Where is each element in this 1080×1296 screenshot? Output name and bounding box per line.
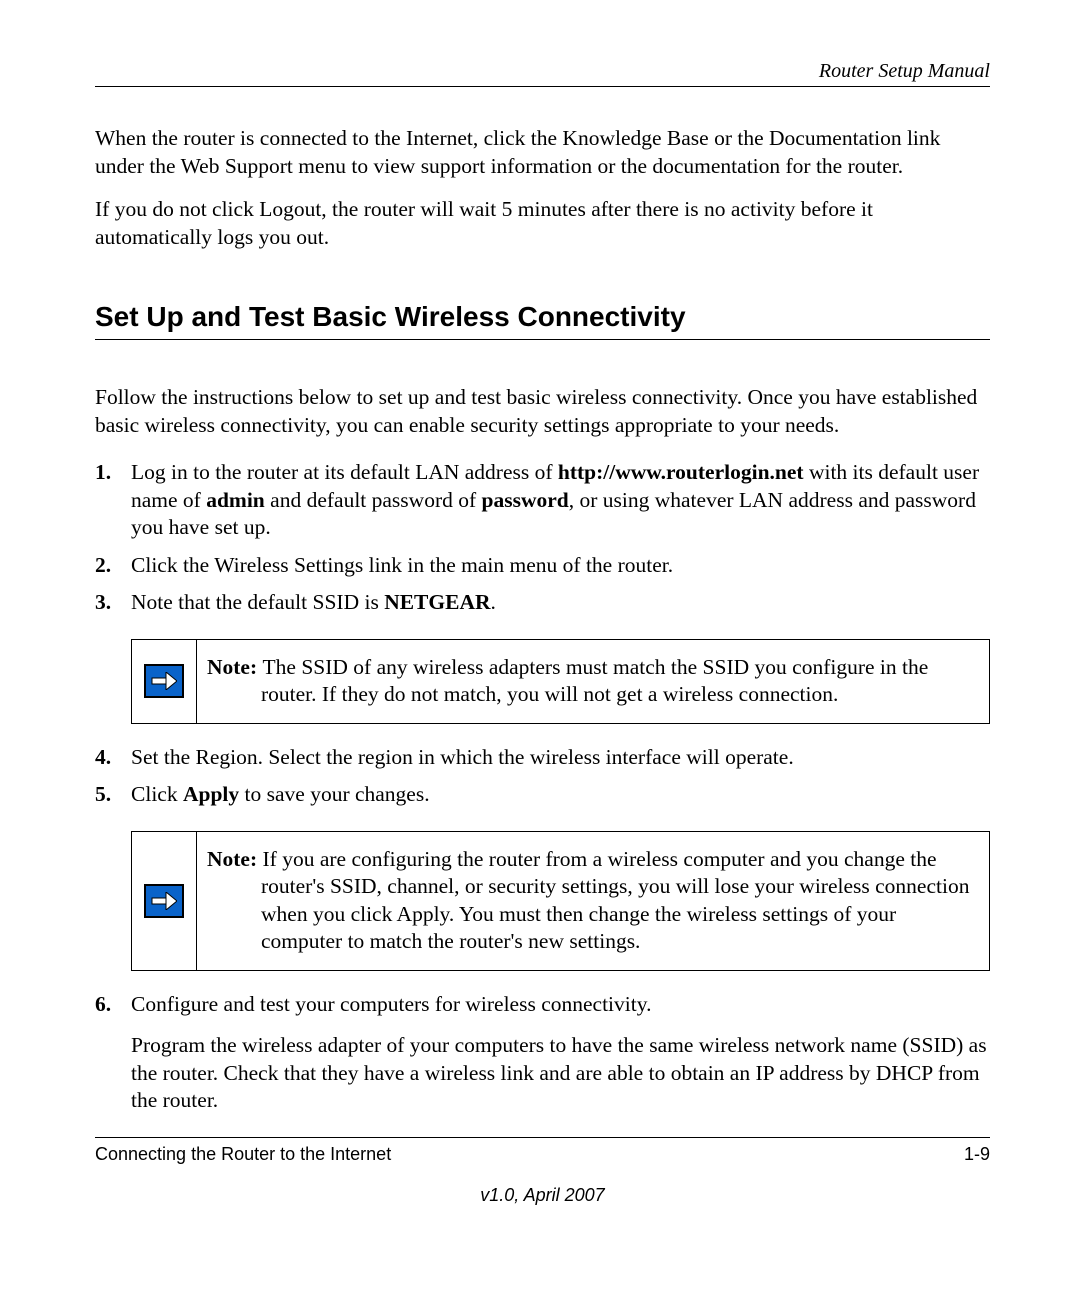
step-body: Click Apply to save your changes.	[131, 781, 990, 809]
note-icon-cell	[132, 640, 197, 723]
header-title: Router Setup Manual	[819, 60, 990, 82]
step-body: Note that the default SSID is NETGEAR.	[131, 589, 990, 617]
step-number: 2.	[95, 552, 131, 580]
step-number: 5.	[95, 781, 131, 809]
step-number: 1.	[95, 459, 131, 542]
note-label: Note:	[207, 655, 263, 679]
step-body: Log in to the router at its default LAN …	[131, 459, 990, 542]
note-icon-cell	[132, 832, 197, 970]
step-3: 3. Note that the default SSID is NETGEAR…	[95, 589, 990, 617]
page-footer: Connecting the Router to the Internet 1-…	[95, 1137, 990, 1206]
section-heading: Set Up and Test Basic Wireless Connectiv…	[95, 301, 990, 340]
step-1: 1. Log in to the router at its default L…	[95, 459, 990, 542]
note-body: If you are configuring the router from a…	[261, 847, 969, 954]
footer-version: v1.0, April 2007	[95, 1185, 990, 1206]
arrow-right-icon	[144, 884, 184, 918]
arrow-right-icon	[144, 664, 184, 698]
login-url: http://www.routerlogin.net	[558, 460, 804, 484]
default-password: password	[482, 488, 569, 512]
step-number: 3.	[95, 589, 131, 617]
step-4: 4. Set the Region. Select the region in …	[95, 744, 990, 772]
step-body: Configure and test your computers for wi…	[131, 991, 990, 1115]
intro-paragraph-1: When the router is connected to the Inte…	[95, 125, 990, 180]
footer-page-number: 1-9	[964, 1144, 990, 1165]
note-body: The SSID of any wireless adapters must m…	[261, 655, 928, 707]
step-6: 6. Configure and test your computers for…	[95, 991, 990, 1115]
step-body: Click the Wireless Settings link in the …	[131, 552, 990, 580]
footer-left: Connecting the Router to the Internet	[95, 1144, 391, 1165]
page-header: Router Setup Manual	[95, 60, 990, 87]
default-ssid: NETGEAR	[384, 590, 490, 614]
section-intro: Follow the instructions below to set up …	[95, 384, 990, 439]
step-list-cont1: 4. Set the Region. Select the region in …	[95, 744, 990, 809]
note-text: Note: The SSID of any wireless adapters …	[197, 640, 989, 723]
apply-label: Apply	[183, 782, 239, 806]
note-block-2: Note: If you are configuring the router …	[131, 831, 990, 971]
step-list: 1. Log in to the router at its default L…	[95, 459, 990, 617]
note-text: Note: If you are configuring the router …	[197, 832, 989, 970]
step-5: 5. Click Apply to save your changes.	[95, 781, 990, 809]
step-number: 4.	[95, 744, 131, 772]
step-body: Set the Region. Select the region in whi…	[131, 744, 990, 772]
step-number: 6.	[95, 991, 131, 1115]
note-block-1: Note: The SSID of any wireless adapters …	[131, 639, 990, 724]
default-user: admin	[206, 488, 265, 512]
note-label: Note:	[207, 847, 263, 871]
intro-paragraph-2: If you do not click Logout, the router w…	[95, 196, 990, 251]
step-2: 2. Click the Wireless Settings link in t…	[95, 552, 990, 580]
step-list-cont2: 6. Configure and test your computers for…	[95, 991, 990, 1115]
step-subtext: Program the wireless adapter of your com…	[131, 1032, 990, 1115]
